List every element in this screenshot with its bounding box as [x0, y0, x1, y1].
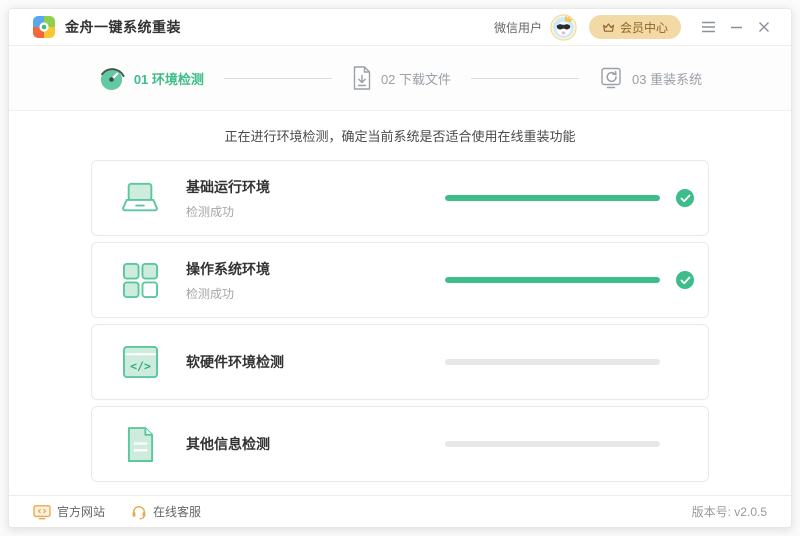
progress-bar — [445, 359, 660, 365]
step-text: 02 下载文件 — [380, 71, 452, 87]
gauge-icon — [98, 65, 125, 92]
step-download-files: 02 下载文件 — [352, 66, 451, 90]
check-list: 基础运行环境 检测成功 操作系统环境 检测成功 </> 软硬件环境检测 其他信息… — [9, 160, 791, 482]
check-success-icon — [676, 271, 694, 289]
hamburger-icon — [701, 21, 716, 33]
online-support-label: 在线客服 — [153, 505, 202, 519]
menu-button[interactable] — [697, 16, 719, 38]
check-subtitle: 检测成功 — [186, 204, 235, 219]
progress-fill — [445, 195, 660, 201]
step-text: 03 重装系统 — [632, 71, 703, 87]
progress-bar — [445, 195, 660, 201]
app-title: 金舟一键系统重装 — [65, 19, 181, 35]
download-file-icon — [352, 66, 372, 90]
user-label: 微信用户 — [493, 20, 542, 35]
window-controls — [697, 16, 775, 38]
check-card-basic-runtime: 基础运行环境 检测成功 — [91, 160, 709, 236]
app-window: 金舟一键系统重装 微信用户 会员中心 01 环境检测 02 下载文件 03 重装… — [8, 8, 792, 528]
step-reinstall-system: 03 重装系统 — [599, 66, 702, 90]
check-title: 基础运行环境 — [186, 178, 270, 195]
status-message: 正在进行环境检测，确定当前系统是否适合使用在线重装功能 — [224, 129, 576, 144]
official-website-label: 官方网站 — [57, 505, 106, 519]
step-text: 01 环境检测 — [133, 71, 204, 87]
member-center-label: 会员中心 — [619, 20, 668, 35]
progress-bar — [445, 277, 660, 283]
step-connector — [223, 77, 332, 79]
headset-icon — [131, 504, 147, 520]
check-card-other-info: 其他信息检测 — [91, 406, 709, 482]
minimize-button[interactable] — [725, 16, 747, 38]
monitor-icon — [33, 504, 51, 520]
check-title: 操作系统环境 — [186, 260, 270, 277]
check-card-hardware-software: </> 软硬件环境检测 — [91, 324, 709, 400]
progress-bar — [445, 441, 660, 447]
svg-text:</>: </> — [129, 359, 150, 373]
app-logo-icon — [33, 16, 55, 38]
check-success-icon — [676, 189, 694, 207]
member-center-button[interactable]: 会员中心 — [588, 15, 681, 39]
online-support-link[interactable]: 在线客服 — [131, 503, 201, 520]
main-content: 正在进行环境检测，确定当前系统是否适合使用在线重装功能 基础运行环境 检测成功 — [9, 111, 791, 527]
close-button[interactable] — [753, 16, 775, 38]
step-indicator: 01 环境检测 02 下载文件 03 重装系统 — [9, 46, 791, 111]
step-environment-check: 01 环境检测 — [98, 65, 204, 92]
progress-fill — [445, 277, 660, 283]
check-title: 软硬件环境检测 — [186, 354, 284, 370]
document-icon — [120, 426, 160, 463]
laptop-icon — [120, 181, 160, 216]
version-label: 版本号: v2.0.5 — [691, 505, 767, 519]
monitor-refresh-icon — [599, 66, 623, 90]
screen: 金舟一键系统重装 微信用户 会员中心 01 环境检测 02 下载文件 03 重装… — [0, 0, 800, 536]
code-window-icon: </> — [120, 345, 160, 379]
minimize-icon — [730, 21, 743, 33]
crown-icon — [602, 22, 615, 33]
check-subtitle: 检测成功 — [186, 286, 235, 301]
check-card-os-environment: 操作系统环境 检测成功 — [91, 242, 709, 318]
check-title: 其他信息检测 — [186, 436, 270, 452]
step-connector — [471, 77, 580, 79]
titlebar: 金舟一键系统重装 微信用户 会员中心 — [9, 9, 791, 46]
footer: 官方网站 在线客服 版本号: v2.0.5 — [9, 495, 791, 527]
close-icon — [758, 21, 770, 33]
official-website-link[interactable]: 官方网站 — [33, 503, 105, 520]
avatar[interactable] — [550, 13, 577, 41]
grid-icon — [120, 262, 160, 299]
